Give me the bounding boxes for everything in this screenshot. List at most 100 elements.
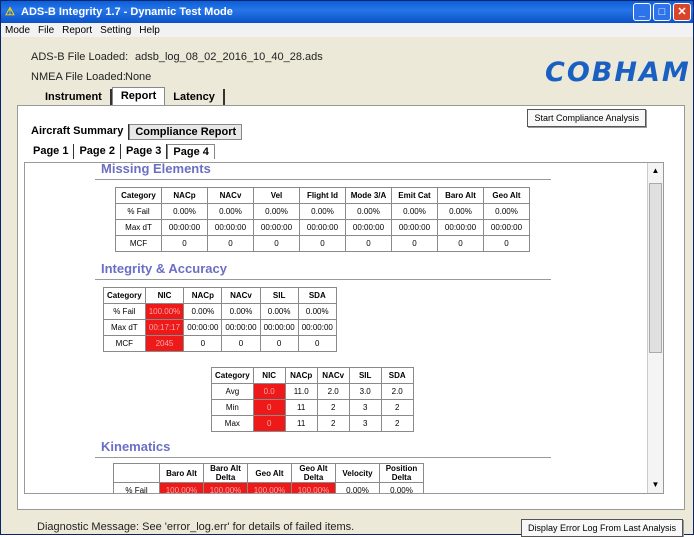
col-header: Category <box>211 367 254 384</box>
table-cell: 2.0 <box>316 383 350 400</box>
col-header: Baro Alt <box>437 187 484 204</box>
report-content: Missing Elements Category NACp NACv Vel … <box>25 163 645 493</box>
table-cell: 0.00% <box>299 203 346 220</box>
table-cell: 0 <box>437 235 484 252</box>
display-error-log-button[interactable]: Display Error Log From Last Analysis <box>520 519 683 537</box>
table-cell: 00:00:00 <box>221 319 261 336</box>
tab-aircraft-summary[interactable]: Aircraft Summary <box>26 124 130 140</box>
close-button[interactable]: ✕ <box>673 3 691 21</box>
table-cell: 00:00:00 <box>253 219 300 236</box>
col-header <box>113 463 160 483</box>
tab-page-3[interactable]: Page 3 <box>121 144 168 159</box>
table-cell: 00:00:00 <box>299 219 346 236</box>
section-divider <box>95 457 551 458</box>
col-header: NACp <box>284 367 318 384</box>
start-compliance-analysis-button[interactable]: Start Compliance Analysis <box>527 109 646 127</box>
table-cell: 0.00% <box>253 203 300 220</box>
col-header: NACv <box>207 187 254 204</box>
table-row: % Fail 0.00% 0.00% 0.00% 0.00% 0.00% 0.00% 0.00… <box>115 203 530 220</box>
table-row: Min 0 11 2 3 2 <box>211 399 414 416</box>
col-header: SIL <box>259 287 299 304</box>
table-cell: % Fail <box>103 303 146 320</box>
scroll-down-icon[interactable]: ▼ <box>649 479 662 491</box>
minimize-button[interactable]: _ <box>633 3 651 21</box>
col-header: Baro Alt Delta <box>203 463 248 483</box>
section-title-missing: Missing Elements <box>101 163 211 176</box>
table-cell: Max dT <box>103 319 146 336</box>
table-cell-fail: 0.0 <box>252 383 286 400</box>
col-header: NACv <box>221 287 261 304</box>
table-cell: 0 <box>299 235 346 252</box>
table-cell: 0.00% <box>161 203 208 220</box>
col-header: Vel <box>253 187 300 204</box>
col-header: SIL <box>348 367 382 384</box>
table-row: MCF 0 0 0 0 0 0 0 0 <box>115 235 530 252</box>
maximize-button[interactable]: □ <box>653 3 671 21</box>
table-cell: 0.00% <box>437 203 484 220</box>
scroll-thumb[interactable] <box>649 183 662 353</box>
col-header: Mode 3/A <box>345 187 392 204</box>
menu-mode[interactable]: Mode <box>1 25 34 36</box>
table-cell: 00:00:00 <box>259 319 299 336</box>
report-subtabs: Aircraft Summary Compliance Report <box>26 124 243 140</box>
table-cell: 00:00:00 <box>391 219 438 236</box>
diagnostic-message: Diagnostic Message: See 'error_log.err' … <box>37 521 355 533</box>
table-cell: MCF <box>115 235 162 252</box>
col-header: NACp <box>183 287 223 304</box>
col-header: SDA <box>380 367 414 384</box>
table-cell: 11.0 <box>284 383 318 400</box>
col-header: NIC <box>252 367 286 384</box>
menu-file[interactable]: File <box>34 25 58 36</box>
menu-help[interactable]: Help <box>135 25 164 36</box>
table-cell-fail: 100.00% <box>203 482 248 493</box>
nmea-file-value: None <box>125 71 152 83</box>
col-header: NACv <box>316 367 350 384</box>
table-cell: 0.00% <box>391 203 438 220</box>
menu-setting[interactable]: Setting <box>96 25 135 36</box>
table-cell: 0 <box>183 335 223 352</box>
kinematics-table: Baro Alt Baro Alt Delta Geo Alt Geo Alt … <box>113 463 424 493</box>
table-cell: 11 <box>284 415 318 432</box>
tab-report[interactable]: Report <box>111 87 166 107</box>
table-cell: 0 <box>253 235 300 252</box>
table-cell: 0.00% <box>483 203 530 220</box>
section-title-integrity: Integrity & Accuracy <box>101 261 227 276</box>
table-cell: MCF <box>103 335 146 352</box>
table-cell: 2 <box>316 415 350 432</box>
table-cell: 3.0 <box>348 383 382 400</box>
col-header: Emit Cat <box>391 187 438 204</box>
tab-page-1[interactable]: Page 1 <box>28 144 75 159</box>
table-cell: 0.00% <box>183 303 223 320</box>
table-cell: 00:00:00 <box>483 219 530 236</box>
app-window: ⚠ ADS-B Integrity 1.7 - Dynamic Test Mod… <box>0 0 694 537</box>
table-cell-fail: 2045 <box>144 335 185 352</box>
menu-bar: Mode File Report Setting Help <box>1 23 693 37</box>
table-cell: 0.00% <box>207 203 254 220</box>
table-cell: 00:00:00 <box>161 219 208 236</box>
table-cell-fail: 100.00% <box>247 482 292 493</box>
table-cell: 2 <box>316 399 350 416</box>
col-header: Geo Alt <box>483 187 530 204</box>
scroll-up-icon[interactable]: ▲ <box>649 165 662 177</box>
table-cell: 2 <box>380 415 414 432</box>
section-title-kinematics: Kinematics <box>101 439 171 454</box>
window-title: ADS-B Integrity 1.7 - Dynamic Test Mode <box>21 6 233 18</box>
nmea-file-label: NMEA File Loaded: <box>31 71 126 83</box>
table-cell: 2 <box>380 399 414 416</box>
tab-page-4[interactable]: Page 4 <box>167 144 215 159</box>
missing-elements-table: Category NACp NACv Vel Flight Id Mode 3/… <box>115 187 530 252</box>
section-divider <box>95 179 551 180</box>
menu-report[interactable]: Report <box>58 25 96 36</box>
tab-compliance-report[interactable]: Compliance Report <box>129 124 243 140</box>
col-header: Category <box>115 187 162 204</box>
adsb-file-label: ADS-B File Loaded: <box>31 51 129 63</box>
table-cell: 0.00% <box>297 303 337 320</box>
table-cell: 3 <box>348 415 382 432</box>
vertical-scrollbar[interactable]: ▲ ▼ <box>647 163 663 493</box>
table-cell: 0 <box>345 235 392 252</box>
col-header: Geo Alt Delta <box>291 463 336 483</box>
table-cell-fail: 100.00% <box>291 482 336 493</box>
table-cell: 0.00% <box>345 203 392 220</box>
tab-page-2[interactable]: Page 2 <box>74 144 121 159</box>
table-row: Max 0 11 2 3 2 <box>211 415 414 432</box>
